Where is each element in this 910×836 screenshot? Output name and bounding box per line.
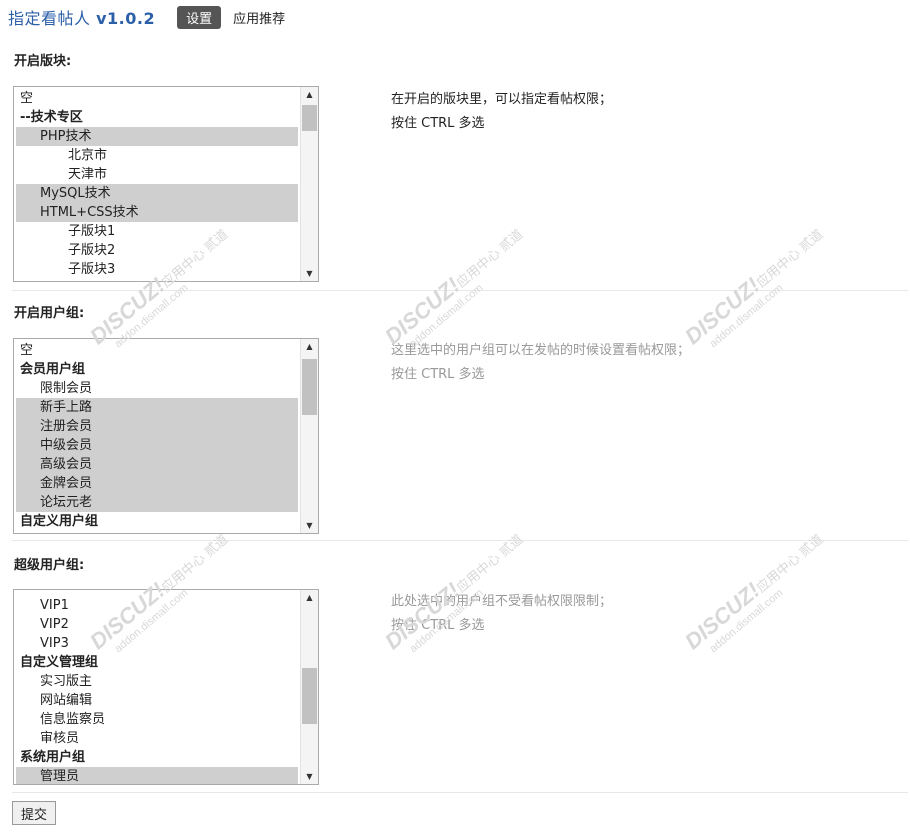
option-group[interactable]: 论坛元老: [16, 493, 298, 512]
scrollbar[interactable]: ▲ ▼: [300, 87, 318, 281]
option-forum[interactable]: MySQL技术: [16, 184, 298, 203]
option-group[interactable]: 限制会员: [16, 379, 298, 398]
desc-line: 按住 CTRL 多选: [391, 116, 485, 131]
desc-line: 这里选中的用户组可以在发帖的时候设置看帖权限；: [391, 343, 691, 358]
option-group-category[interactable]: 系统用户组: [16, 748, 298, 767]
scroll-up-arrow-icon[interactable]: ▲: [301, 339, 318, 354]
scrollbar[interactable]: ▲ ▼: [300, 339, 318, 533]
desc-line: 在开启的版块里，可以指定看帖权限；: [391, 92, 613, 107]
option-group-category[interactable]: 会员用户组: [16, 360, 298, 379]
option-group[interactable]: 高级会员: [16, 455, 298, 474]
forums-description: 在开启的版块里，可以指定看帖权限； 按住 CTRL 多选: [391, 88, 612, 136]
divider: [12, 290, 908, 291]
option-group[interactable]: VIP1: [16, 596, 298, 615]
option-group[interactable]: 中级会员: [16, 436, 298, 455]
section-label-user-groups: 开启用户组:: [14, 306, 85, 321]
divider: [12, 540, 908, 541]
option-empty[interactable]: 空: [16, 341, 298, 360]
option-group[interactable]: 管理员: [16, 767, 298, 784]
option-subforum[interactable]: 天津市: [16, 165, 298, 184]
tab-settings[interactable]: 设置: [177, 5, 222, 29]
option-forum[interactable]: HTML+CSS技术: [16, 203, 298, 222]
option-list: 空 会员用户组 限制会员 新手上路 注册会员 中级会员 高级会员 金牌会员 论坛…: [16, 341, 298, 531]
scroll-up-arrow-icon[interactable]: ▲: [301, 590, 318, 605]
divider: [12, 792, 908, 793]
app-version: v1.0.2: [96, 9, 156, 28]
option-list: 空 --技术专区 PHP技术 北京市 天津市 MySQL技术 HTML+CSS技…: [16, 89, 298, 279]
option-category[interactable]: --技术专区: [16, 108, 298, 127]
user-groups-multiselect[interactable]: 空 会员用户组 限制会员 新手上路 注册会员 中级会员 高级会员 金牌会员 论坛…: [13, 338, 319, 534]
section-label-forums: 开启版块:: [14, 54, 72, 69]
scroll-thumb[interactable]: [302, 668, 317, 724]
super-groups-multiselect[interactable]: VIP1 VIP2 VIP3 自定义管理组 实习版主 网站编辑 信息监察员 审核…: [13, 589, 319, 785]
scroll-down-arrow-icon[interactable]: ▼: [301, 518, 318, 533]
super-groups-description: 此处选中的用户组不受看帖权限限制； 按住 CTRL 多选: [391, 590, 612, 638]
option-group[interactable]: VIP3: [16, 634, 298, 653]
option-group-category[interactable]: 自定义用户组: [16, 512, 298, 531]
option-list: VIP1 VIP2 VIP3 自定义管理组 实习版主 网站编辑 信息监察员 审核…: [16, 596, 298, 784]
option-subforum[interactable]: 子版块1: [16, 222, 298, 241]
scroll-down-arrow-icon[interactable]: ▼: [301, 769, 318, 784]
option-subforum[interactable]: 子版块3: [16, 260, 298, 279]
option-group[interactable]: 网站编辑: [16, 691, 298, 710]
option-subforum[interactable]: 子版块2: [16, 241, 298, 260]
option-group[interactable]: 金牌会员: [16, 474, 298, 493]
header: 指定看帖人 v1.0.2 设置 应用推荐: [8, 5, 285, 29]
forums-multiselect[interactable]: 空 --技术专区 PHP技术 北京市 天津市 MySQL技术 HTML+CSS技…: [13, 86, 319, 282]
option-group-category[interactable]: 自定义管理组: [16, 653, 298, 672]
option-group[interactable]: 信息监察员: [16, 710, 298, 729]
option-group[interactable]: 新手上路: [16, 398, 298, 417]
watermark: DISCUZ!应用中心 贰道 addon.dismall.com: [680, 531, 826, 656]
desc-line: 按住 CTRL 多选: [391, 618, 485, 633]
option-group[interactable]: VIP2: [16, 615, 298, 634]
submit-button[interactable]: 提交: [12, 801, 56, 825]
scroll-thumb[interactable]: [302, 359, 317, 415]
option-group[interactable]: 审核员: [16, 729, 298, 748]
scroll-up-arrow-icon[interactable]: ▲: [301, 87, 318, 102]
scroll-down-arrow-icon[interactable]: ▼: [301, 266, 318, 281]
tab-recommended-apps[interactable]: 应用推荐: [233, 8, 285, 27]
option-group[interactable]: 实习版主: [16, 672, 298, 691]
app-title: 指定看帖人 v1.0.2: [8, 9, 156, 28]
option-subforum[interactable]: 北京市: [16, 146, 298, 165]
option-empty[interactable]: 空: [16, 89, 298, 108]
user-groups-description: 这里选中的用户组可以在发帖的时候设置看帖权限； 按住 CTRL 多选: [391, 339, 690, 387]
desc-line: 此处选中的用户组不受看帖权限限制；: [391, 594, 613, 609]
option-forum[interactable]: PHP技术: [16, 127, 298, 146]
scroll-thumb[interactable]: [302, 105, 317, 131]
scrollbar[interactable]: ▲ ▼: [300, 590, 318, 784]
desc-line: 按住 CTRL 多选: [391, 367, 485, 382]
option-group[interactable]: 注册会员: [16, 417, 298, 436]
section-label-super-groups: 超级用户组:: [14, 558, 85, 573]
